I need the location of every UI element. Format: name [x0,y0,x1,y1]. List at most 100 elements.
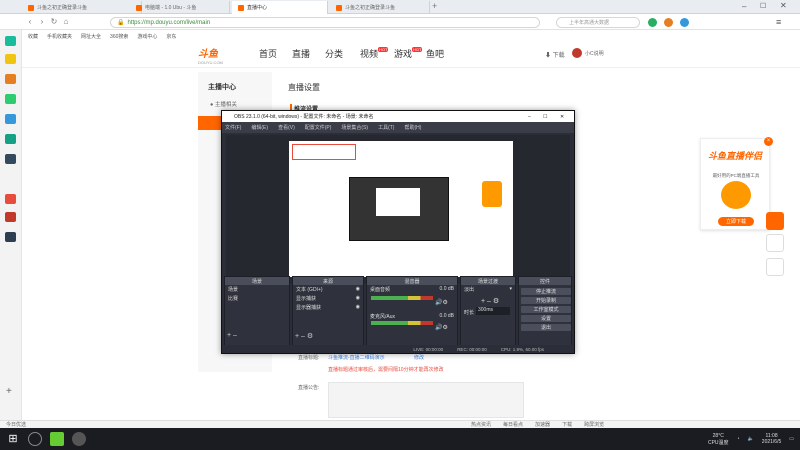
obs-minimize-icon[interactable]: – [528,114,531,120]
exit-button[interactable]: 退出 [521,324,571,331]
browser-tab[interactable]: 斗鱼之初正确登录斗鱼 [330,1,430,14]
add-icon[interactable]: + [6,386,12,397]
obs-menu-item[interactable]: 帮助(H) [404,124,421,131]
app-dock-icon[interactable] [5,74,16,84]
nav-category[interactable]: 分类 [325,47,343,60]
sidebar-item-active[interactable] [198,116,222,130]
bookmark-item[interactable]: 游戏中心 [137,33,157,40]
notification-icon[interactable]: ▭ [789,436,794,442]
volume-icon[interactable]: 🔈 [748,436,754,442]
app-dock-icon[interactable] [5,154,16,164]
app-dock-icon[interactable] [5,232,16,242]
status-left[interactable]: 今日优选 [6,421,26,428]
scene-item[interactable]: 场景 [225,285,289,294]
browser-tab[interactable]: 斗鱼之初正确登录斗鱼 [22,1,142,14]
app-float-icon[interactable] [766,258,784,276]
edit-title-link[interactable]: 修改 [414,354,424,361]
refresh-icon[interactable]: ↻ [48,16,60,28]
obs-menu-item[interactable]: 文件(F) [225,124,241,131]
clock[interactable]: 11:08 2021/6/5 [762,433,781,445]
status-item[interactable]: 每日看点 [503,421,523,428]
taskbar-obs-icon[interactable] [72,432,86,446]
app-dock-icon[interactable] [5,94,16,104]
windows-start-icon[interactable]: ⊞ [6,432,20,446]
obs-menu-item[interactable]: 工具(T) [378,124,394,131]
status-item[interactable]: 跨屏浏览 [584,421,604,428]
app-dock-icon[interactable] [5,194,16,204]
transition-select[interactable]: 淡出 ▾ [461,285,515,294]
network-icon[interactable]: ◔ [737,436,740,442]
search-icon[interactable] [28,432,42,446]
ad-download-button[interactable]: 立即下载 [718,217,754,226]
douyu-logo[interactable]: 斗鱼 DOUYU.COM [198,45,223,65]
app-dock-icon[interactable] [5,134,16,144]
search-input[interactable]: 上半年高通大数据 [556,17,640,28]
new-tab-icon[interactable]: + [432,1,437,11]
status-item[interactable]: 热点资讯 [471,421,491,428]
stop-streaming-button[interactable]: 停止推流 [521,288,571,295]
extension-icon[interactable] [680,18,689,27]
bookmark-item[interactable]: 手机收藏夹 [47,33,72,40]
source-item[interactable]: 显示捕获 ◉ [293,294,363,303]
scene-add-icon[interactable]: + – [227,332,237,339]
home-icon[interactable]: ⌂ [60,16,72,28]
bookmark-item[interactable]: 收藏 [28,33,38,40]
status-item[interactable]: 下载 [562,421,572,428]
obs-maximize-icon[interactable]: ☐ [543,114,547,120]
sidebar-item[interactable]: ● 主播相关 [210,100,237,108]
taskbar-browser-icon[interactable] [50,432,64,446]
source-item[interactable]: 文本 (GDI+) ◉ [293,285,363,294]
close-icon[interactable]: ✕ [780,1,787,10]
obs-close-icon[interactable]: ✕ [560,114,564,120]
avatar[interactable] [572,48,582,58]
menu-icon[interactable]: ≡ [776,17,781,27]
source-item[interactable]: 显示器捕获 ◉ [293,303,363,312]
nav-video[interactable]: 视频HOT [360,47,389,60]
ad-close-icon[interactable]: × [764,137,773,146]
download-link[interactable]: ⬇ 下载 [545,50,565,59]
app-dock-icon[interactable] [5,212,16,222]
weather[interactable]: 28°C CPU温度 [708,433,729,446]
studio-mode-button[interactable]: 工作室模式 [521,306,571,313]
bookmark-item[interactable]: 网址大全 [81,33,101,40]
extension-icon[interactable] [664,18,673,27]
obs-preview[interactable] [226,135,570,283]
source-add-icon[interactable]: + – ⚙ [295,332,313,340]
settings-button[interactable]: 设置 [521,315,571,322]
forward-icon[interactable]: › [36,16,48,28]
app-dock-icon[interactable] [5,54,16,64]
app-dock-icon[interactable] [5,36,16,46]
bookmark-item[interactable]: 360搜索 [110,33,128,40]
transition-add-icon[interactable]: + – ⚙ [481,297,499,305]
play-float-icon[interactable] [766,212,784,230]
browser-tab-active[interactable]: 直播中心 [232,1,328,14]
home-float-icon[interactable] [766,234,784,252]
eye-icon[interactable]: ◉ [356,295,360,302]
maximize-icon[interactable]: ☐ [760,2,766,10]
speaker-icon[interactable]: 🔊⚙ [435,299,448,306]
extension-icon[interactable] [648,18,657,27]
obs-menu-item[interactable]: 查看(V) [278,124,295,131]
nav-games[interactable]: 游戏HOT [394,47,423,60]
minimize-icon[interactable]: – [742,2,746,11]
obs-menu-item[interactable]: 配置文件(P) [305,124,332,131]
url-input[interactable]: 🔒 https://mp.douyu.com/live/main [110,17,540,28]
eye-icon[interactable]: ◉ [356,286,360,293]
notice-textarea[interactable] [328,382,524,418]
duration-input[interactable]: 300ms [476,307,510,315]
nav-home[interactable]: 首页 [259,47,277,60]
status-item[interactable]: 加速器 [535,421,550,428]
obs-menu-item[interactable]: 场景集合(S) [341,124,368,131]
download-ad-card[interactable]: 斗鱼直播伴侣 最好用的PC端直播工具 立即下载 × [700,137,773,230]
username[interactable]: 小C说明 [585,50,604,57]
speaker-icon[interactable]: 🔊⚙ [435,324,448,331]
start-recording-button[interactable]: 开始录制 [521,297,571,304]
scene-item[interactable]: 比赛 [225,294,289,303]
app-dock-icon[interactable] [5,114,16,124]
obs-menu-item[interactable]: 编辑(E) [251,124,268,131]
browser-tab[interactable]: 电脑端 - 1.0 Ubu - 斗鱼 [130,1,230,14]
eye-icon[interactable]: ◉ [356,304,360,311]
back-icon[interactable]: ‹ [24,16,36,28]
nav-fishbar[interactable]: 鱼吧 [426,47,444,60]
bookmark-item[interactable]: 京东 [166,33,176,40]
